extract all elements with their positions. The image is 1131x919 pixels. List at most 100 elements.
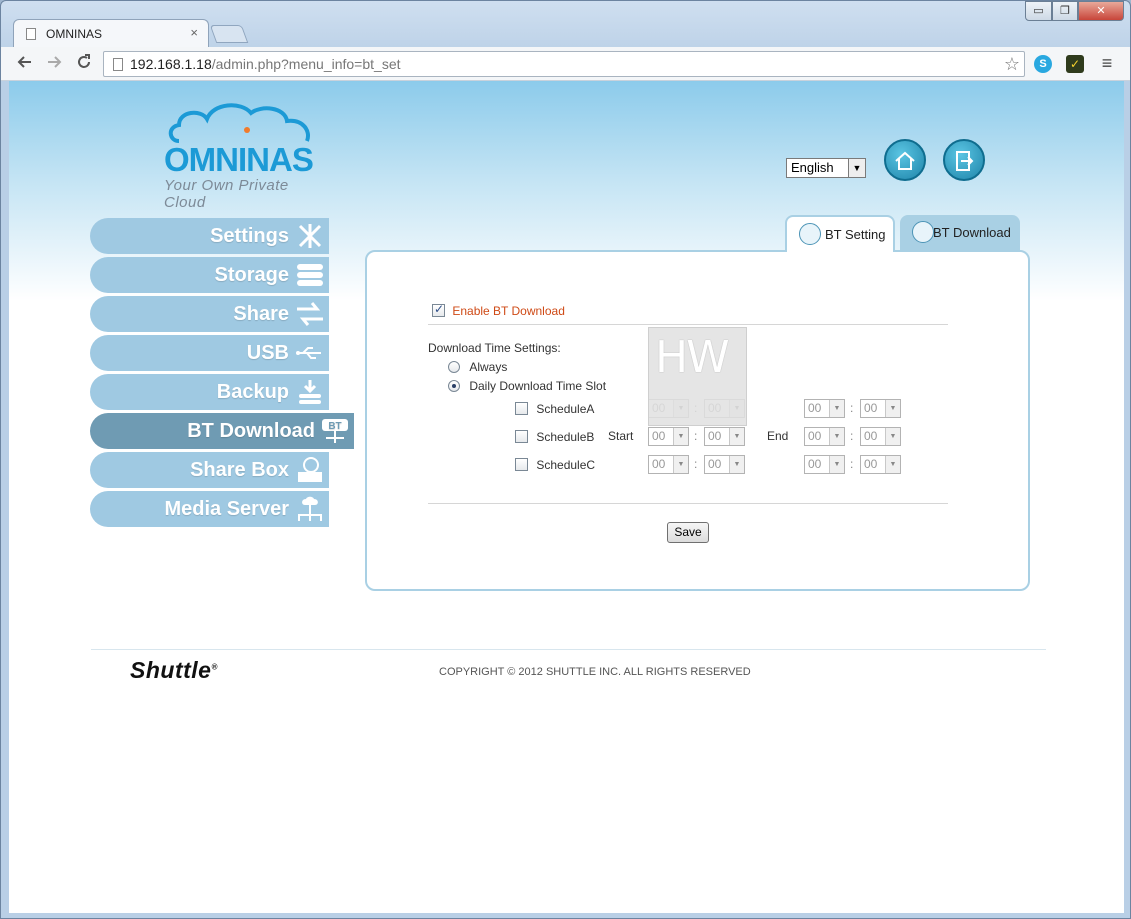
select-value: 00 [808, 401, 822, 415]
chevron-down-icon: ▼ [673, 456, 688, 473]
schedule-a-end-minute[interactable]: 00 ▼ [860, 399, 901, 418]
home-button[interactable] [884, 139, 926, 181]
sidebar-menu: Settings Storage Share USB Backup BT Dow… [90, 218, 390, 530]
norton-extension-icon[interactable]: ✓ [1066, 55, 1084, 73]
select-value: 00 [652, 429, 666, 443]
registered-mark: ® [211, 662, 218, 672]
time-colon: : [850, 401, 854, 415]
bookmark-star-icon[interactable]: ☆ [1004, 52, 1020, 76]
schedule-b-option[interactable]: ScheduleB [515, 429, 594, 444]
daily-option[interactable]: Daily Download Time Slot [448, 378, 606, 393]
schedule-b-start-minute[interactable]: 00 ▼ [704, 427, 745, 446]
sidebar-item-label: BT Download [187, 420, 315, 442]
sidebar-item-label: Backup [216, 381, 289, 403]
skype-extension-icon[interactable]: S [1034, 55, 1052, 73]
logout-icon [956, 151, 974, 171]
enable-bt-checkbox[interactable] [432, 302, 445, 318]
select-value: 00 [808, 457, 822, 471]
schedule-c-start-minute[interactable]: 00 ▼ [704, 455, 745, 474]
tab-label: BT Setting [825, 227, 886, 242]
sidebar-item-share-box[interactable]: Share Box [90, 452, 329, 488]
footer-divider [91, 649, 1046, 650]
chevron-down-icon: ▼ [673, 428, 688, 445]
always-label: Always [469, 359, 508, 374]
schedule-a-end-hour[interactable]: 00 ▼ [804, 399, 845, 418]
tab-bt-download[interactable]: BT Download [900, 215, 1020, 251]
sidebar-item-label: Share [233, 303, 289, 325]
schedule-c-end-minute[interactable]: 00 ▼ [860, 455, 901, 474]
enable-bt-row[interactable]: Enable BT Download [432, 302, 565, 318]
select-value: 00 [808, 429, 822, 443]
always-radio[interactable] [448, 360, 460, 373]
chrome-menu-icon[interactable]: ≡ [1098, 54, 1116, 72]
sidebar-item-usb[interactable]: USB [90, 335, 329, 371]
tools-icon [298, 224, 322, 248]
back-arrow-icon[interactable] [14, 53, 36, 75]
schedule-c-end-hour[interactable]: 00 ▼ [804, 455, 845, 474]
sidebar-item-settings[interactable]: Settings [90, 218, 329, 254]
time-colon: : [694, 429, 698, 443]
schedule-a-option[interactable]: ScheduleA [515, 401, 594, 416]
chevron-down-icon: ▼ [885, 456, 900, 473]
language-value: English [791, 160, 834, 175]
sidebar-item-backup[interactable]: Backup [90, 374, 329, 410]
reload-icon[interactable] [73, 53, 95, 75]
language-select[interactable]: English ▼ [786, 158, 866, 178]
browser-tab[interactable]: OMNINAS × [13, 19, 209, 47]
time-colon: : [850, 429, 854, 443]
forward-arrow-icon[interactable] [43, 53, 65, 75]
logo-wordmark: OMNINAS [164, 141, 314, 178]
address-bar[interactable]: 192.168.1.18/admin.php?menu_info=bt_set … [103, 51, 1025, 77]
time-colon: : [694, 457, 698, 471]
daily-radio[interactable] [448, 379, 460, 392]
save-button[interactable]: Save [667, 522, 709, 543]
schedule-a-checkbox[interactable] [515, 402, 528, 416]
schedule-c-label: ScheduleC [536, 457, 596, 472]
schedule-b-start-hour[interactable]: 00 ▼ [648, 427, 689, 446]
schedule-c-option[interactable]: ScheduleC [515, 457, 595, 472]
sidebar-item-storage[interactable]: Storage [90, 257, 329, 293]
daily-label: Daily Download Time Slot [469, 378, 607, 393]
chevron-down-icon: ▼ [829, 400, 844, 417]
logout-button[interactable] [943, 139, 985, 181]
copyright-text: COPYRIGHT © 2012 SHUTTLE INC. ALL RIGHTS… [439, 666, 751, 678]
select-value: 00 [708, 457, 722, 471]
browser-toolbar: 192.168.1.18/admin.php?menu_info=bt_set … [1, 47, 1130, 81]
media-server-icon [298, 496, 322, 521]
chevron-down-icon: ▼ [729, 456, 744, 473]
tab-title: OMNINAS [46, 27, 103, 41]
share-box-icon [298, 457, 322, 482]
download-time-settings-label: Download Time Settings: [428, 341, 561, 355]
url-path: /admin.php?menu_info=bt_set [211, 56, 401, 72]
url-text: 192.168.1.18/admin.php?menu_info=bt_set [130, 52, 401, 76]
minimize-button[interactable]: ▭ [1025, 1, 1052, 21]
schedule-c-start-hour[interactable]: 00 ▼ [648, 455, 689, 474]
chevron-down-icon: ▼ [829, 456, 844, 473]
schedule-b-end-hour[interactable]: 00 ▼ [804, 427, 845, 446]
select-value: 00 [652, 457, 666, 471]
usb-icon [296, 347, 321, 359]
close-window-button[interactable]: ✕ [1078, 1, 1124, 21]
tab-close-icon[interactable]: × [190, 25, 198, 40]
storage-icon [297, 264, 323, 286]
sidebar-item-bt-download[interactable]: BT Download BT [90, 413, 354, 449]
sidebar-item-share[interactable]: Share [90, 296, 329, 332]
divider [428, 503, 948, 504]
sidebar-item-label: USB [246, 342, 289, 364]
schedule-b-checkbox[interactable] [515, 430, 528, 444]
divider [428, 324, 948, 325]
logo-tagline: Your Own Private Cloud [164, 177, 289, 211]
always-option[interactable]: Always [448, 359, 507, 374]
end-label: End [767, 429, 789, 443]
tab-bt-setting[interactable]: BT Setting [785, 215, 895, 252]
sidebar-item-media-server[interactable]: Media Server [90, 491, 329, 527]
new-tab-button[interactable] [209, 25, 249, 43]
schedule-b-end-minute[interactable]: 00 ▼ [860, 427, 901, 446]
schedule-c-checkbox[interactable] [515, 458, 528, 472]
shuttle-logo: Shuttle® [130, 657, 218, 684]
chevron-down-icon: ▼ [829, 428, 844, 445]
browser-window: OMNINAS × ▭ ❐ ✕ 192.168.1.18/admin.php?m… [0, 0, 1131, 919]
select-value: 00 [864, 401, 878, 415]
time-colon: : [850, 457, 854, 471]
maximize-button[interactable]: ❐ [1052, 1, 1078, 21]
